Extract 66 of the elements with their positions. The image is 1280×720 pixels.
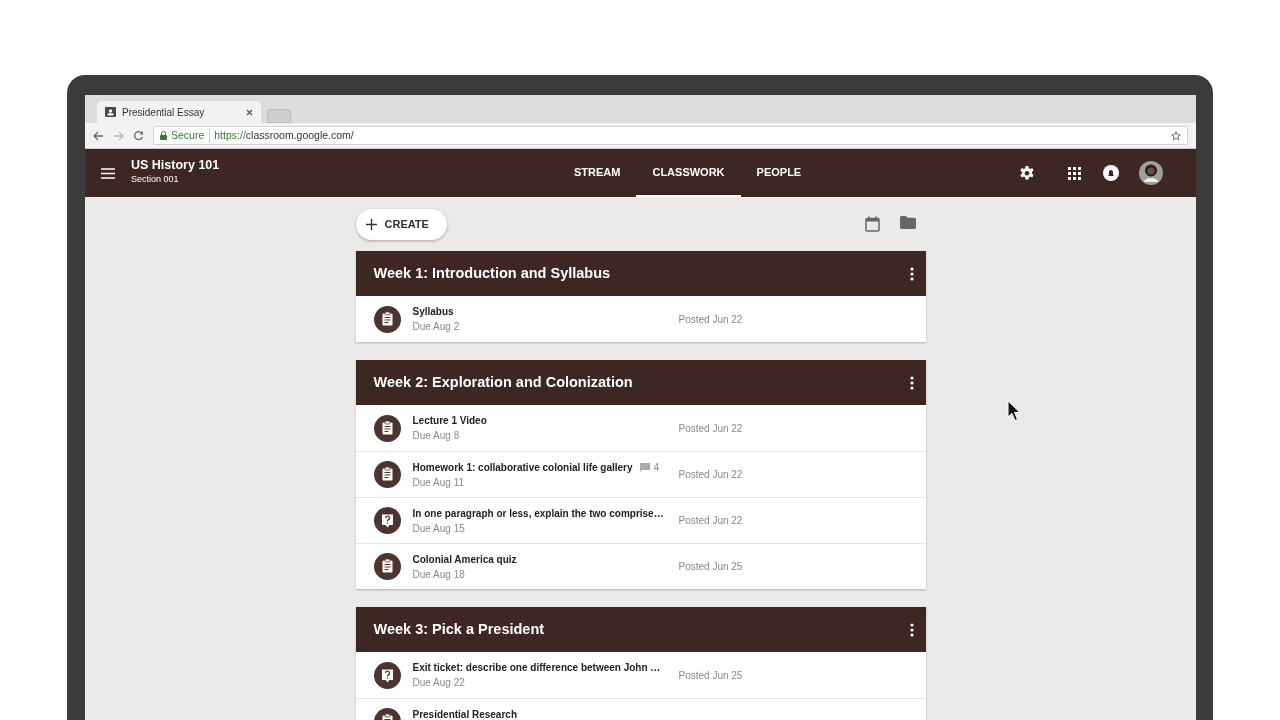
apps-icon[interactable] <box>1068 166 1081 180</box>
assignment-icon <box>373 305 401 333</box>
assignment-icon <box>373 414 401 442</box>
due-date: Due Aug 22 <box>412 676 466 690</box>
back-icon[interactable] <box>93 130 104 141</box>
tab-title: Presidential Essay <box>122 105 206 120</box>
due-date: Due Aug 8 <box>412 429 461 443</box>
secure-label: Secure <box>171 127 211 144</box>
more-icon[interactable] <box>909 266 914 281</box>
posted-date: Posted Jun 25 <box>678 668 743 683</box>
settings-icon[interactable] <box>1019 165 1035 181</box>
browser-tab[interactable]: Presidential Essay <box>97 101 261 123</box>
posted-date: Posted Jun 25 <box>678 560 743 574</box>
section-label: Section 001 <box>131 173 180 187</box>
url-text: https://classroom.google.com/ <box>214 127 354 143</box>
class-name: US History 101 <box>131 159 221 174</box>
posted-date: Posted Jun 22 <box>678 312 743 327</box>
posted-date: Posted Jun 22 <box>678 468 743 482</box>
lock-icon <box>160 131 167 140</box>
due-date: Due Aug 15 <box>412 521 466 536</box>
classwork-item[interactable]: In one paragraph or less, explain the two comprise… Due Aug 15 Posted Jun 22 <box>355 497 926 543</box>
calendar-icon[interactable] <box>864 216 880 232</box>
nav-tab[interactable]: CLASSWORK <box>636 149 741 197</box>
notifications-icon[interactable] <box>1103 165 1119 181</box>
close-icon[interactable] <box>246 108 253 116</box>
classwork-item[interactable]: Colonial America quiz Due Aug 18 Posted Jun 25 <box>355 543 926 589</box>
more-icon[interactable] <box>909 375 914 390</box>
comment-count: 4 <box>653 460 660 475</box>
topic-title: Week 3: Pick a President <box>373 619 545 639</box>
folder-icon[interactable] <box>899 216 916 229</box>
topic-title: Week 1: Introduction and Syllabus <box>373 263 611 283</box>
menu-icon[interactable] <box>101 167 115 179</box>
due-date: Due Aug 18 <box>412 567 466 582</box>
more-icon[interactable] <box>909 622 914 637</box>
comment-icon <box>639 462 650 472</box>
posted-date: Posted Jun 22 <box>678 514 743 528</box>
assignment-icon <box>373 553 401 580</box>
item-title: In one paragraph or less, explain the two comprise… <box>412 506 664 521</box>
address-bar[interactable]: Secure https://classroom.google.com/ <box>153 126 1188 145</box>
star-icon[interactable] <box>1171 130 1181 141</box>
item-title: Presidential Research <box>412 707 517 720</box>
nav-tab[interactable]: PEOPLE <box>740 149 818 197</box>
item-title: Homework 1: collaborative colonial life gallery <box>412 460 633 475</box>
reload-icon[interactable] <box>133 130 144 141</box>
question-icon <box>373 661 401 689</box>
question-icon <box>373 507 401 534</box>
classwork-item[interactable]: Lecture 1 Video Due Aug 8 Posted Jun 22 <box>355 405 926 451</box>
item-title: Exit ticket: describe one difference between John … <box>412 661 661 675</box>
topic-title: Week 2: Exploration and Colonization <box>373 372 633 392</box>
due-date: Due Aug 2 <box>412 320 461 334</box>
assignment-icon <box>373 461 401 488</box>
nav-tab[interactable]: STREAM <box>558 149 637 197</box>
posted-date: Posted Jun 22 <box>678 421 743 436</box>
create-button[interactable]: CREATE <box>355 208 447 240</box>
item-title: Lecture 1 Video <box>412 414 487 428</box>
cursor-icon <box>1007 400 1021 422</box>
classwork-item[interactable]: Presidential Research <box>355 698 926 720</box>
classwork-item[interactable]: Homework 1: collaborative colonial life gallery 4 Due Aug 11 Posted Jun 22 <box>355 451 926 497</box>
classwork-item[interactable]: Syllabus Due Aug 2 Posted Jun 22 <box>355 296 926 342</box>
avatar[interactable] <box>1139 161 1163 185</box>
item-title: Syllabus <box>412 305 454 319</box>
classwork-item[interactable]: Exit ticket: describe one difference between John … Due Aug 22 Posted Jun 25 <box>355 652 926 698</box>
classroom-icon <box>105 107 116 117</box>
plus-icon <box>365 218 377 230</box>
due-date: Due Aug 11 <box>412 475 466 490</box>
item-title: Colonial America quiz <box>412 552 517 567</box>
